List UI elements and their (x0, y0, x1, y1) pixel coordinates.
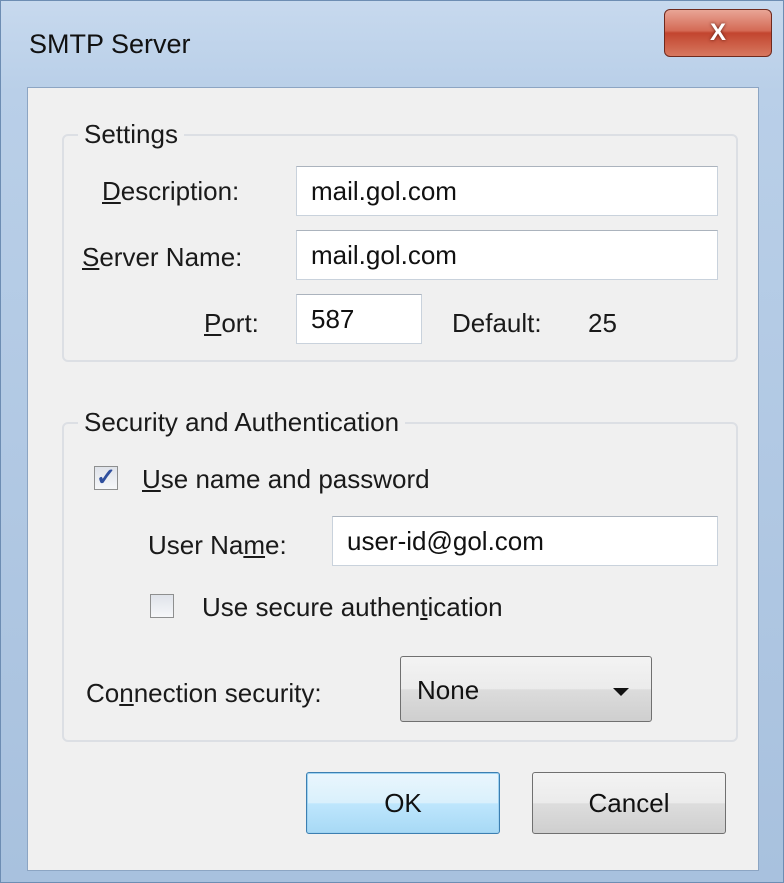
secure-auth-label[interactable]: Use secure authentication (202, 592, 503, 623)
close-icon: X (709, 19, 726, 46)
server-name-input[interactable]: mail.gol.com (296, 230, 718, 280)
port-label: Port: (204, 308, 259, 338)
dialog-title: SMTP Server (29, 29, 191, 59)
settings-legend: Settings (78, 119, 184, 150)
connection-security-value: None (417, 675, 480, 705)
dropdown-arrow-icon (613, 688, 629, 696)
user-name-input[interactable]: user-id@gol.com (332, 516, 718, 566)
secure-auth-checkbox[interactable] (150, 594, 174, 618)
checkmark-icon: ✓ (96, 464, 117, 491)
port-default-value: 25 (588, 308, 617, 338)
smtp-server-dialog: SMTP Server X Settings Description: mail… (0, 0, 784, 883)
user-name-label: User Name: (148, 530, 287, 560)
dialog-body: Settings Description: mail.gol.com Serve… (27, 87, 759, 871)
connection-security-select[interactable]: None (400, 656, 652, 722)
port-default-label: Default: (452, 308, 542, 338)
security-legend: Security and Authentication (78, 407, 406, 438)
ok-button[interactable]: OK (306, 772, 500, 834)
description-input[interactable]: mail.gol.com (296, 166, 718, 216)
connection-security-label: Connection security: (86, 678, 322, 708)
use-name-password-checkbox[interactable]: ✓ (94, 464, 118, 491)
close-button[interactable]: X (664, 9, 772, 57)
server-name-label: Server Name: (82, 242, 243, 272)
title-bar[interactable]: SMTP Server X (1, 1, 784, 87)
use-name-password-label[interactable]: Use name and password (142, 464, 430, 495)
description-label: Description: (102, 176, 240, 206)
port-input[interactable]: 587 (296, 294, 422, 344)
cancel-button[interactable]: Cancel (532, 772, 726, 834)
